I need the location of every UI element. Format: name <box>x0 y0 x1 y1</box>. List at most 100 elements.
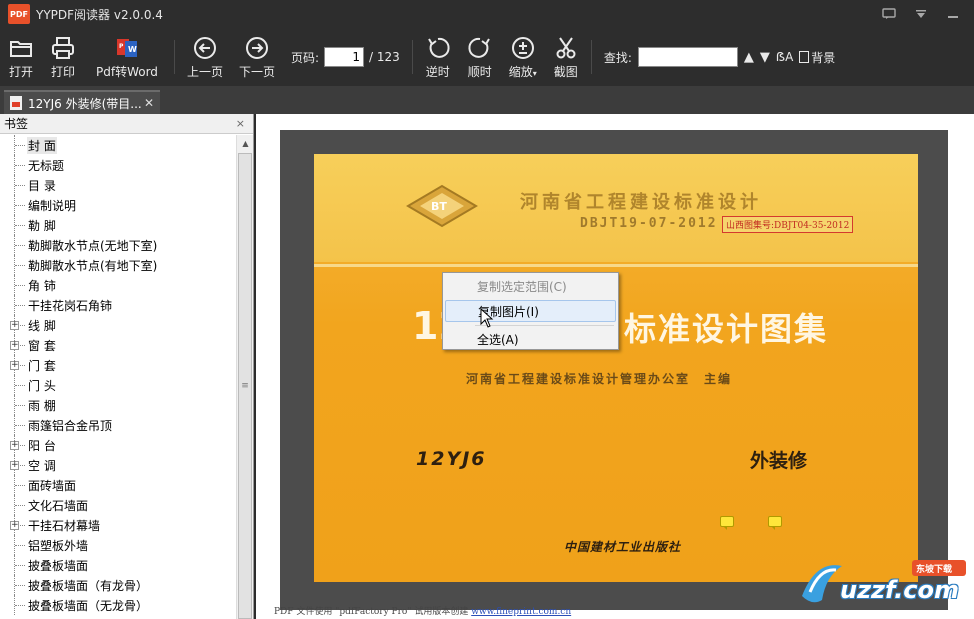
screenshot-button[interactable]: 截图 <box>545 28 587 86</box>
bookmark-item[interactable]: 无标题 <box>0 155 236 175</box>
bookmark-item[interactable]: + 线 脚 <box>0 315 236 335</box>
bookmark-item[interactable]: 勒脚散水节点(无地下室) <box>0 235 236 255</box>
bookmark-item[interactable]: 披叠板墙面（无龙骨） <box>0 595 236 615</box>
prev-page-label: 上一页 <box>186 64 223 79</box>
bookmark-label: 目 录 <box>28 179 56 193</box>
tree-connector <box>15 385 25 386</box>
annotation-note-icon[interactable] <box>768 516 782 530</box>
bookmark-item[interactable]: 目 录 <box>0 175 236 195</box>
bookmark-label: 门 套 <box>28 359 56 373</box>
bookmark-tree: 封 面无标题目 录编制说明勒 脚勒脚散水节点(无地下室) 勒脚散水节点(有地下室)… <box>0 135 236 619</box>
title-bar: PDF YYPDF阅读器 v2.0.0.4 <box>0 0 974 28</box>
next-page-label: 下一页 <box>238 64 275 79</box>
bookmark-scrollbar[interactable]: ▲ ≡ <box>236 135 253 619</box>
cover-page: BT 河南省工程建设标准设计 DBJT19-07-2012 山西图集号:DBJT… <box>314 154 918 582</box>
find-bar: 查找: ▲ ▼ ẞA 背景 <box>604 47 835 67</box>
zoom-button[interactable]: 缩放▾ <box>501 28 545 86</box>
bookmark-item[interactable]: 角 铈 <box>0 275 236 295</box>
rotate-ccw-button[interactable]: 逆时 <box>417 28 459 86</box>
bookmark-item[interactable]: 门 头 <box>0 375 236 395</box>
bookmark-item[interactable]: 封 面 <box>0 135 236 155</box>
bookmark-item[interactable]: 铝塑板外墙 <box>0 535 236 555</box>
find-next-icon[interactable]: ▼ <box>760 50 770 65</box>
bookmark-item[interactable]: 编制说明 <box>0 195 236 215</box>
bookmark-item[interactable]: + 干挂石材幕墙 <box>0 515 236 535</box>
next-page-button[interactable]: 下一页 <box>231 28 283 86</box>
find-prev-icon[interactable]: ▲ <box>744 50 754 65</box>
rotate-ccw-label: 逆时 <box>425 64 450 79</box>
bookmark-item[interactable]: 勒脚散水节点(有地下室) <box>0 255 236 275</box>
cover-publisher: 中国建材工业出版社 <box>564 540 682 554</box>
bookmark-item[interactable]: + 门 套 <box>0 355 236 375</box>
bookmark-label: 铝塑板外墙 <box>28 539 89 553</box>
bookmark-label: 雨篷铝合金吊顶 <box>28 419 113 433</box>
open-button[interactable]: 打开 <box>0 28 42 86</box>
scroll-up-icon[interactable]: ▲ <box>237 135 254 152</box>
document-tab[interactable]: 12YJ6 外装修(带目... ✕ <box>4 90 160 114</box>
background-button[interactable]: 背景 <box>799 49 835 66</box>
bookmark-item[interactable]: 面砖墙面 <box>0 475 236 495</box>
select-all-menu-item[interactable]: 全选(A) <box>445 328 616 350</box>
print-button[interactable]: 打印 <box>42 28 84 86</box>
bookmark-item[interactable]: 雨篷铝合金吊顶 <box>0 415 236 435</box>
tree-connector <box>15 205 25 206</box>
cover-code: DBJT19-07-2012 <box>580 216 718 231</box>
annotation-note-icon[interactable] <box>720 516 734 530</box>
feedback-icon[interactable] <box>878 6 900 22</box>
arrow-left-circle-icon <box>193 36 216 59</box>
expand-icon[interactable]: + <box>10 521 19 530</box>
expand-icon[interactable]: + <box>10 341 19 350</box>
zoom-label: 缩放▾ <box>508 64 537 79</box>
bookmark-item[interactable]: 雨 棚 <box>0 395 236 415</box>
copy-selection-menu-item[interactable]: 复制选定范围(C) <box>445 275 616 297</box>
bookmarks-title: 书签 <box>4 117 29 131</box>
pdf-factory-link[interactable]: www.fineprint.com.cn <box>471 607 571 617</box>
bookmark-item[interactable]: 勒 脚 <box>0 215 236 235</box>
document-tab-strip: 12YJ6 外装修(带目... ✕ <box>0 86 974 114</box>
expand-icon[interactable]: + <box>10 441 19 450</box>
rotate-cw-button[interactable]: 顺时 <box>459 28 501 86</box>
expand-icon[interactable]: + <box>10 361 19 370</box>
close-tab-icon[interactable]: ✕ <box>144 96 154 110</box>
tree-connector <box>15 585 25 586</box>
background-label: 背景 <box>811 50 836 65</box>
tree-connector <box>15 245 25 246</box>
pdf-to-word-button[interactable]: WP Pdf转Word <box>84 28 170 86</box>
page-frame: BT 河南省工程建设标准设计 DBJT19-07-2012 山西图集号:DBJT… <box>280 130 948 610</box>
folder-icon <box>10 40 32 57</box>
bookmark-item[interactable]: + 空 调 <box>0 455 236 475</box>
svg-text:W: W <box>128 45 137 54</box>
expand-icon[interactable]: + <box>10 321 19 330</box>
prev-page-button[interactable]: 上一页 <box>179 28 231 86</box>
bookmark-label: 窗 套 <box>28 339 56 353</box>
bookmark-item[interactable]: + 阳 台 <box>0 435 236 455</box>
document-viewer[interactable]: BT 河南省工程建设标准设计 DBJT19-07-2012 山西图集号:DBJT… <box>256 114 974 619</box>
bookmark-label: 面砖墙面 <box>28 479 77 493</box>
bookmark-item[interactable]: + 窗 套 <box>0 335 236 355</box>
rotate-cw-icon <box>468 37 490 58</box>
tree-connector <box>15 505 25 506</box>
toolbar: 打开 打印 WP Pdf转Word 上一页 下一页 页码: / 123 逆时 顺… <box>0 28 974 86</box>
minimize-icon[interactable] <box>942 6 964 22</box>
find-input[interactable] <box>637 47 738 67</box>
match-case-icon[interactable]: ẞA <box>776 50 793 64</box>
close-panel-icon[interactable]: × <box>236 117 245 130</box>
tree-connector <box>15 305 25 306</box>
pdf-to-word-label: Pdf转Word <box>96 64 158 79</box>
scroll-thumb[interactable]: ≡ <box>238 153 252 619</box>
cover-stamp: 山西图集号:DBJT04-35-2012 <box>722 216 854 233</box>
expand-icon[interactable]: + <box>10 461 19 470</box>
bookmark-item[interactable]: 干挂花岗石角铈 <box>0 295 236 315</box>
bookmark-label: 阳 台 <box>28 439 56 453</box>
page-number-input[interactable] <box>324 47 365 67</box>
copy-image-menu-item[interactable]: 复制图片(I) <box>445 300 616 322</box>
menu-dropdown-icon[interactable] <box>910 6 932 22</box>
pdf-file-icon <box>10 96 22 110</box>
bookmark-item[interactable]: 披叠板墙面 <box>0 555 236 575</box>
cover-title: 外装修 <box>750 450 808 472</box>
tree-connector <box>15 565 25 566</box>
tree-connector <box>15 145 25 146</box>
bookmark-item[interactable]: 文化石墙面 <box>0 495 236 515</box>
document-tab-label: 12YJ6 外装修(带目... <box>28 96 142 111</box>
bookmark-item[interactable]: 披叠板墙面（有龙骨） <box>0 575 236 595</box>
